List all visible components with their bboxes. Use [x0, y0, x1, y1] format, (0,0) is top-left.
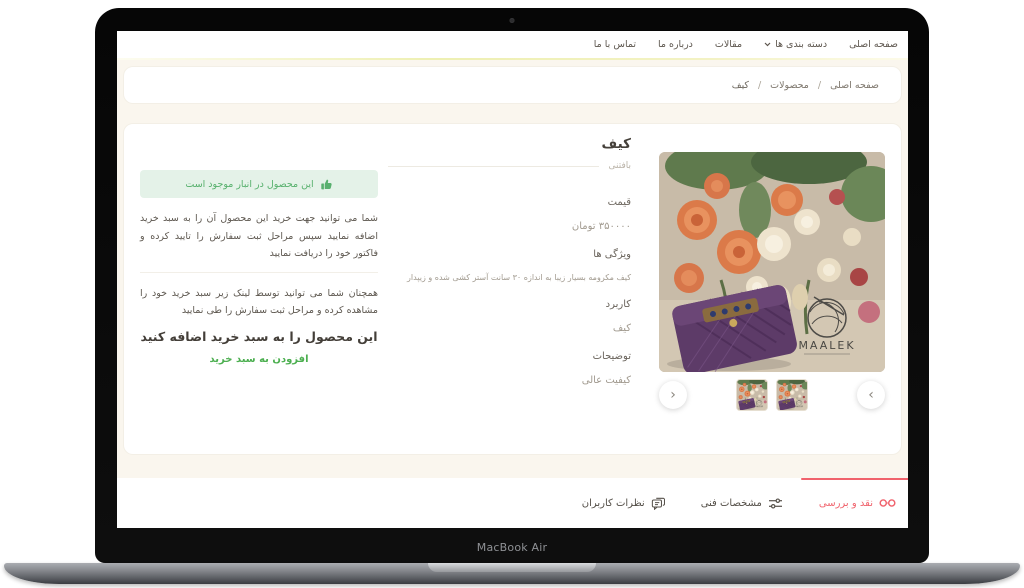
- spec-value-usage: کیف: [388, 323, 631, 334]
- nav-item-about[interactable]: درباره ما: [658, 39, 693, 50]
- nav-item-label: دسته بندی ها: [775, 39, 827, 50]
- nav-item-articles[interactable]: مقالات: [715, 39, 742, 50]
- gallery-next-button[interactable]: ›: [857, 381, 885, 409]
- spec-label-features: ویژگی ها: [388, 249, 631, 260]
- header-accent-line: [117, 58, 908, 60]
- breadcrumb-products[interactable]: محصولات: [770, 80, 809, 91]
- tab-user-comments[interactable]: نظرات کاربران: [582, 478, 665, 528]
- breadcrumb-current: کیف: [732, 80, 749, 91]
- product-gallery: MAALEK ›: [643, 136, 885, 442]
- tab-label: مشخصات فنی: [701, 498, 762, 509]
- product-title: کیف: [388, 136, 631, 152]
- breadcrumb: صفحه اصلی / محصولات / کیف: [123, 66, 902, 104]
- nav-item-categories[interactable]: دسته بندی ها: [764, 39, 827, 50]
- glasses-icon: [879, 497, 896, 509]
- webcam-dot: [510, 18, 515, 23]
- nav-item-contact[interactable]: تماس با ما: [594, 39, 636, 50]
- nav-item-home[interactable]: صفحه اصلی: [849, 39, 898, 50]
- gallery-thumbnails: › MAALEK: [659, 379, 885, 411]
- laptop-base: [4, 563, 1020, 584]
- chevron-down-icon: [764, 42, 771, 47]
- comments-icon: [651, 497, 665, 510]
- nav-item-label: درباره ما: [658, 39, 693, 50]
- spec-value-features: کیف مکرومه بسیار زیبا به اندازه ۳۰ سانت …: [388, 273, 631, 282]
- breadcrumb-separator: /: [758, 80, 761, 91]
- purchase-panel: این محصول در انبار موجود است شما می توان…: [140, 136, 378, 442]
- purchase-note-1: شما می توانید جهت خرید این محصول آن را ب…: [140, 210, 378, 263]
- divider: [388, 166, 599, 167]
- sliders-icon: [768, 497, 783, 510]
- laptop-lid-notch: [428, 563, 596, 572]
- tab-technical-specs[interactable]: مشخصات فنی: [701, 478, 783, 528]
- laptop-bezel: صفحه اصلی دسته بندی ها مقالات درباره ما …: [95, 8, 929, 563]
- add-to-cart-heading: این محصول را به سبد خرید اضافه کنید: [140, 329, 378, 344]
- product-subtitle-row: بافتنی: [388, 161, 631, 171]
- product-tabs-bar: نقد و بررسی مشخصات فنی نظرات کاربران: [117, 478, 908, 528]
- product-image: MAALEK: [659, 152, 885, 372]
- product-card: MAALEK ›: [123, 123, 902, 455]
- spec-value-description: کیفیت عالی: [388, 375, 631, 386]
- svg-text:MAALEK: MAALEK: [798, 339, 855, 352]
- browser-viewport: صفحه اصلی دسته بندی ها مقالات درباره ما …: [117, 31, 908, 528]
- product-info: کیف بافتنی قیمت ۳۵۰۰۰۰ تومان ویژگی ها کی…: [378, 136, 643, 442]
- spec-label-description: توضیحات: [388, 351, 631, 362]
- nav-item-label: مقالات: [715, 39, 742, 50]
- macbook-air-label: MacBook Air: [95, 541, 929, 554]
- gallery-prev-button[interactable]: ‹: [659, 381, 687, 409]
- tab-label: نقد و بررسی: [819, 498, 873, 509]
- product-category: بافتنی: [609, 161, 631, 171]
- spec-value-price: ۳۵۰۰۰۰ تومان: [388, 221, 631, 232]
- spec-label-price: قیمت: [388, 197, 631, 208]
- spec-label-usage: کاربرد: [388, 299, 631, 310]
- stock-status-badge: این محصول در انبار موجود است: [140, 170, 378, 198]
- product-specs: قیمت ۳۵۰۰۰۰ تومان ویژگی ها کیف مکرومه بس…: [388, 197, 631, 386]
- product-thumbnail[interactable]: MAALEK: [776, 379, 808, 411]
- stock-status-text: این محصول در انبار موجود است: [185, 179, 313, 190]
- breadcrumb-home[interactable]: صفحه اصلی: [830, 80, 879, 91]
- site-header: صفحه اصلی دسته بندی ها مقالات درباره ما …: [117, 31, 908, 58]
- nav-item-label: تماس با ما: [594, 39, 636, 50]
- tab-label: نظرات کاربران: [582, 498, 645, 509]
- purchase-note-2: همچنان شما می توانید توسط لینک زیر سبد خ…: [140, 285, 378, 320]
- product-thumbnail[interactable]: MAALEK: [736, 379, 768, 411]
- tab-review[interactable]: نقد و بررسی: [819, 478, 896, 528]
- thumbs-up-icon: [320, 178, 333, 191]
- add-to-cart-link[interactable]: افزودن به سبد خرید: [140, 354, 378, 365]
- nav-item-label: صفحه اصلی: [849, 39, 898, 50]
- breadcrumb-separator: /: [818, 80, 821, 91]
- divider: [140, 272, 378, 273]
